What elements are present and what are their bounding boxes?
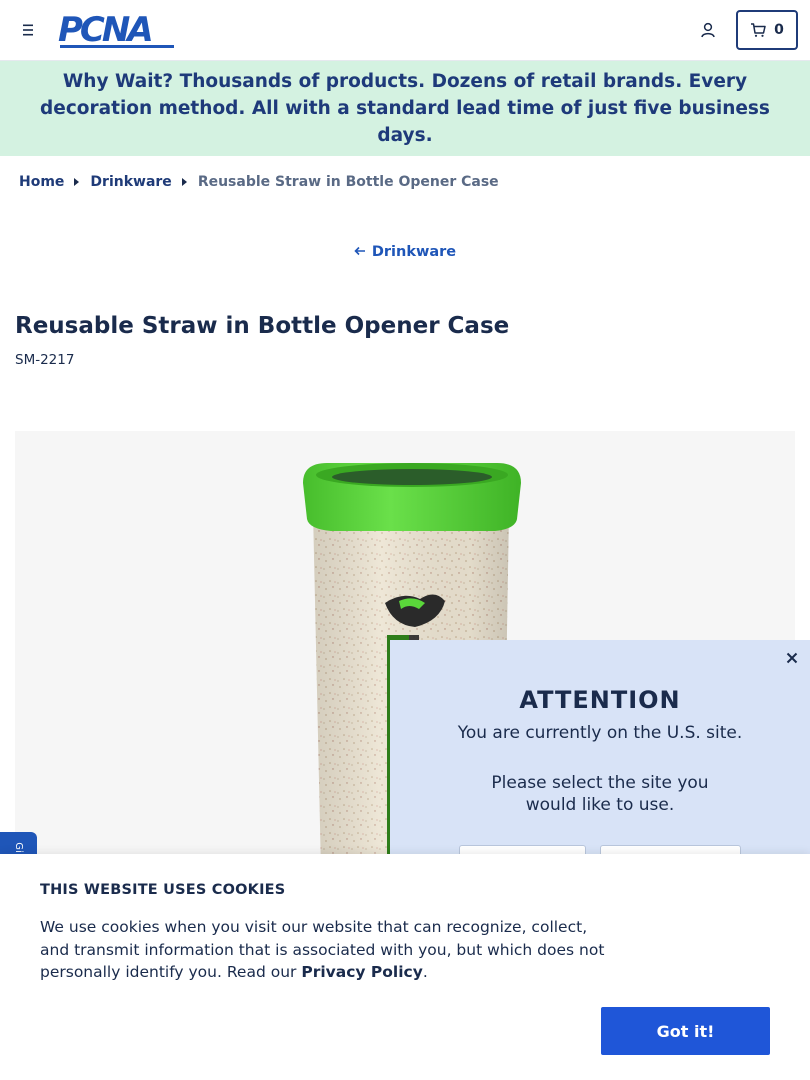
accept-cookies-button[interactable]: Got it! [601,1007,770,1055]
promo-banner-text: Why Wait? Thousands of products. Dozens … [14,68,796,149]
promo-banner: Why Wait? Thousands of products. Dozens … [0,61,810,156]
caret-right-icon [181,178,187,186]
breadcrumb: Home Drinkware Reusable Straw in Bottle … [19,172,499,192]
product-sku: SM-2217 [15,352,75,368]
modal-prompt: Please select the site you would like to… [491,773,709,815]
side-tab-label: Gi [12,842,24,853]
logo-underline [60,45,174,48]
promo-banner-lead: Why Wait? [62,71,174,92]
cookie-title: THIS WEBSITE USES COOKIES [40,882,286,898]
breadcrumb-current: Reusable Straw in Bottle Opener Case [197,174,499,190]
breadcrumb-drinkware[interactable]: Drinkware [90,174,171,190]
breadcrumb-home[interactable]: Home [19,174,64,190]
pcna-logo[interactable]: PCNA [58,13,174,48]
account-icon[interactable] [699,21,717,39]
cart-icon [751,23,766,37]
cookie-text: We use cookies when you visit our websit… [40,916,610,984]
site-header: PCNA 0 [0,0,810,61]
cart-button[interactable]: 0 [736,10,798,50]
privacy-policy-link[interactable]: Privacy Policy [301,963,423,981]
logo-text: PCNA [58,10,154,50]
modal-title: ATTENTION [519,686,681,714]
cart-count: 0 [774,22,784,38]
cookie-period: . [422,963,428,981]
close-icon[interactable] [784,648,800,668]
back-to-category-link[interactable]: Drinkware [0,244,810,260]
arrow-left-icon [354,244,366,260]
modal-subtitle: You are currently on the U.S. site. [457,723,743,743]
product-title: Reusable Straw in Bottle Opener Case [15,313,510,339]
hamburger-menu-icon[interactable] [18,20,38,40]
site-selector-modal: ATTENTION You are currently on the U.S. … [390,640,810,885]
caret-right-icon [74,178,80,186]
back-link-label: Drinkware [371,244,457,260]
cookie-banner: THIS WEBSITE USES COOKIES We use cookies… [0,854,810,1080]
